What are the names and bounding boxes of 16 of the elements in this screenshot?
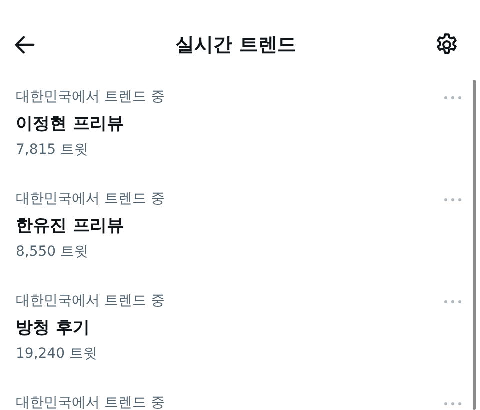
tweet-count: 19,240 트윗 bbox=[16, 345, 98, 364]
trend-name[interactable]: 이정현 프리뷰 bbox=[16, 111, 165, 137]
tweet-count: 7,815 트윗 bbox=[16, 141, 90, 160]
more-icon[interactable] bbox=[444, 96, 462, 100]
trend-context: 대한민국에서 트렌드 중 bbox=[16, 394, 165, 410]
page-title: 실시간 트렌드 bbox=[176, 33, 296, 58]
tweet-count: 8,550 트윗 bbox=[16, 243, 90, 262]
trend-name[interactable]: 방청 후기 bbox=[16, 315, 165, 341]
trend-context: 대한민국에서 트렌드 중 bbox=[16, 88, 165, 107]
trend-context: 대한민국에서 트렌드 중 bbox=[16, 190, 165, 209]
trend-context: 대한민국에서 트렌드 중 bbox=[16, 292, 165, 311]
more-icon[interactable] bbox=[444, 300, 462, 304]
scrollbar[interactable] bbox=[473, 80, 476, 410]
more-icon[interactable] bbox=[444, 402, 462, 406]
more-icon[interactable] bbox=[444, 198, 462, 202]
trend-name[interactable]: 한유진 프리뷰 bbox=[16, 213, 165, 239]
